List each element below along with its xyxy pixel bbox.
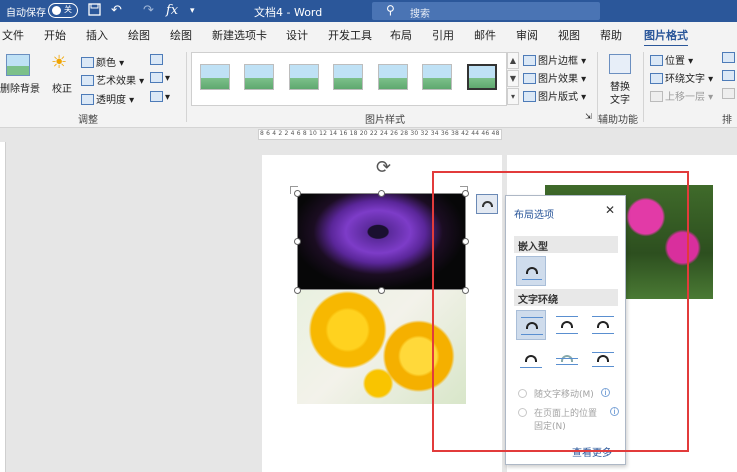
transparency-button[interactable]: 透明度 ▾ <box>81 91 134 106</box>
dialog-launcher-icon[interactable]: ⇲ <box>585 112 592 121</box>
picture-style-thumb[interactable] <box>289 64 319 90</box>
picture-styles-group-label: 图片样式 <box>365 115 405 126</box>
save-icon[interactable] <box>88 3 101 20</box>
tab-help[interactable]: 帮助 <box>600 27 622 43</box>
selection-pane-icon[interactable] <box>722 52 737 64</box>
resize-handle-top-left[interactable] <box>294 190 301 197</box>
autosave-label: 自动保存 <box>6 8 46 19</box>
resize-handle-top[interactable] <box>378 190 385 197</box>
tab-new-tab[interactable]: 新建选项卡 <box>212 27 267 43</box>
change-picture-icon[interactable]: ▾ <box>150 72 170 84</box>
artistic-effects-button[interactable]: 艺术效果 ▾ <box>81 72 144 87</box>
gallery-down-icon[interactable]: ▼ <box>507 70 519 87</box>
position-icon <box>650 55 663 66</box>
picture-effects-icon <box>523 73 536 84</box>
tab-draw[interactable]: 绘图 <box>128 27 150 43</box>
tab-picture-format[interactable]: 图片格式 <box>644 27 688 47</box>
adjust-group-label: 调整 <box>78 115 98 126</box>
group-objects-icon[interactable] <box>722 88 737 100</box>
tab-design[interactable]: 设计 <box>286 27 308 43</box>
accessibility-group-label: 辅助功能 <box>598 115 638 126</box>
title-bar: 自动保存 关 ↶ ↷ fx ▾ 文档4 - Word ⚲ 搜索 <box>0 0 737 22</box>
separator <box>643 52 644 122</box>
picture-effects-label: 图片效果 <box>538 74 578 85</box>
customize-toolbar-icon[interactable]: ▾ <box>190 6 195 16</box>
separator <box>186 52 187 122</box>
gallery-more-icon[interactable]: ▾ <box>507 88 519 105</box>
bring-forward-button[interactable]: 上移一层 ▾ <box>650 88 713 103</box>
bring-forward-icon <box>650 91 663 102</box>
sun-icon[interactable]: ☀ <box>51 52 67 73</box>
autosave-toggle[interactable]: 关 <box>48 3 78 18</box>
picture-style-thumb-selected[interactable] <box>467 64 497 90</box>
tab-file[interactable]: 文件 <box>2 27 24 43</box>
highlight-annotation-box <box>432 171 689 452</box>
resize-handle-left[interactable] <box>294 238 301 245</box>
artistic-effects-label: 艺术效果 <box>96 76 136 87</box>
align-icon[interactable] <box>722 70 737 82</box>
tab-insert[interactable]: 插入 <box>86 27 108 43</box>
ribbon: 删除背景 ☀ 校正 颜色 ▾ 艺术效果 ▾ 透明度 ▾ ▾ ▾ 调整 ▲ ▼ ▾… <box>0 46 737 141</box>
picture-layout-button[interactable]: 图片版式 ▾ <box>523 88 586 103</box>
rotate-handle-icon[interactable]: ⟳ <box>376 157 391 178</box>
remove-background-icon[interactable] <box>6 54 30 76</box>
color-icon <box>81 57 94 68</box>
position-label: 位置 <box>665 56 685 67</box>
remove-background-button[interactable]: 删除背景 <box>0 80 40 95</box>
alt-text-line2[interactable]: 文字 <box>610 91 630 106</box>
document-title: 文档4 - Word <box>254 6 323 19</box>
wrap-text-icon <box>650 73 663 84</box>
tab-home[interactable]: 开始 <box>44 27 66 43</box>
picture-border-label: 图片边框 <box>538 56 578 67</box>
tab-view[interactable]: 视图 <box>558 27 580 43</box>
picture-border-icon <box>523 55 536 66</box>
picture-style-thumb[interactable] <box>422 64 452 90</box>
transparency-label: 透明度 <box>96 95 126 106</box>
picture-effects-button[interactable]: 图片效果 ▾ <box>523 70 586 85</box>
redo-icon[interactable]: ↷ <box>143 3 154 18</box>
search-icon: ⚲ <box>386 3 395 17</box>
picture-style-thumb[interactable] <box>244 64 274 90</box>
horizontal-ruler: 8 6 4 2 2 4 6 8 10 12 14 16 18 20 22 24 … <box>0 128 737 142</box>
toggle-knob <box>52 6 61 15</box>
wrap-text-button[interactable]: 环绕文字 ▾ <box>650 70 713 85</box>
position-button[interactable]: 位置 ▾ <box>650 52 693 67</box>
fx-icon[interactable]: fx <box>166 3 178 18</box>
picture-style-thumb[interactable] <box>333 64 363 90</box>
alt-text-icon[interactable] <box>609 54 631 74</box>
color-label: 颜色 <box>96 58 116 69</box>
picture-border-button[interactable]: 图片边框 ▾ <box>523 52 586 67</box>
gallery-up-icon[interactable]: ▲ <box>507 52 519 69</box>
picture-layout-label: 图片版式 <box>538 92 578 103</box>
bring-forward-label: 上移一层 <box>665 92 705 103</box>
tab-developer[interactable]: 开发工具 <box>328 27 372 43</box>
resize-handle-bottom-left[interactable] <box>294 287 301 294</box>
vertical-ruler <box>0 142 6 472</box>
picture-style-thumb[interactable] <box>378 64 408 90</box>
compress-pictures-icon[interactable] <box>150 54 165 66</box>
search-placeholder: 搜索 <box>410 9 430 20</box>
picture-styles-gallery <box>191 52 507 106</box>
transparency-icon <box>81 94 94 105</box>
ruler-numbers: 8 6 4 2 2 4 6 8 10 12 14 16 18 20 22 24 … <box>260 130 500 137</box>
color-button[interactable]: 颜色 ▾ <box>81 54 124 69</box>
resize-handle-bottom[interactable] <box>378 287 385 294</box>
tab-references[interactable]: 引用 <box>432 27 454 43</box>
reset-picture-icon[interactable]: ▾ <box>150 91 170 103</box>
tab-review[interactable]: 审阅 <box>516 27 538 43</box>
toggle-state: 关 <box>64 5 72 14</box>
corrections-button[interactable]: 校正 <box>52 80 72 95</box>
wrap-text-label: 环绕文字 <box>665 74 705 85</box>
picture-layout-icon <box>523 91 536 102</box>
tab-layout[interactable]: 布局 <box>390 27 412 43</box>
ribbon-tabs: 文件 开始 插入 绘图 绘图 新建选项卡 设计 开发工具 布局 引用 邮件 审阅… <box>0 22 737 47</box>
search-box[interactable]: ⚲ 搜索 <box>372 2 600 20</box>
picture-style-thumb[interactable] <box>200 64 230 90</box>
tab-mailings[interactable]: 邮件 <box>474 27 496 43</box>
undo-icon[interactable]: ↶ <box>111 3 122 18</box>
tab-draw-2[interactable]: 绘图 <box>170 27 192 43</box>
artistic-effects-icon <box>81 75 94 86</box>
